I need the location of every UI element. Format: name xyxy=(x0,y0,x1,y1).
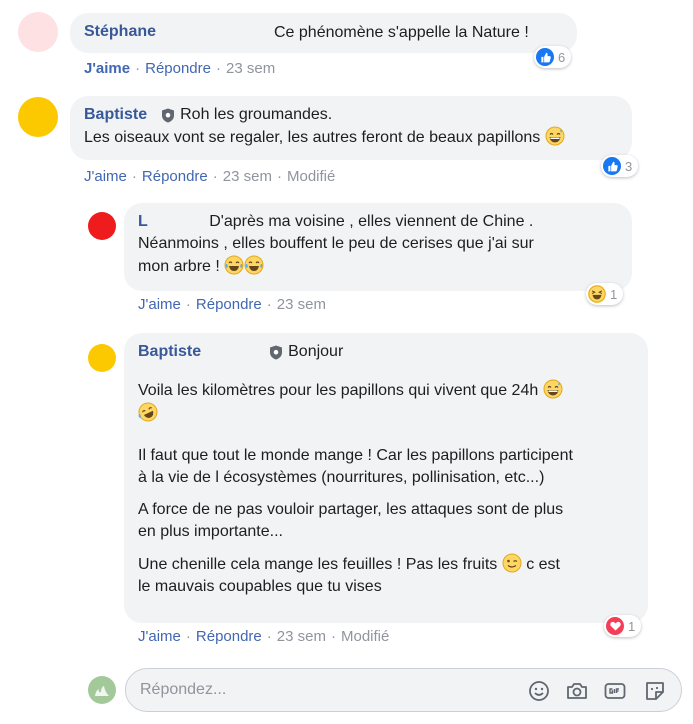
reply-input[interactable]: Répondez... xyxy=(125,668,682,712)
reply-link[interactable]: Répondre xyxy=(196,628,262,645)
reaction-count: 1 xyxy=(628,618,636,634)
timestamp[interactable]: 23 sem xyxy=(223,168,272,185)
rolling-laughing-emoji-icon xyxy=(138,402,158,422)
comment-author[interactable]: Baptiste xyxy=(84,106,147,124)
shield-icon xyxy=(162,108,175,122)
like-link[interactable]: J'aime xyxy=(84,168,127,185)
reply-bubble: L D'après ma voisine , elles viennent de… xyxy=(124,203,632,291)
avatar[interactable] xyxy=(88,212,116,240)
reply-link[interactable]: Répondre xyxy=(142,168,208,185)
reaction-count: 3 xyxy=(625,158,633,174)
comment-bubble: Stéphane Ce phénomène s'appelle la Natur… xyxy=(70,13,577,53)
reaction-badge[interactable]: 3 xyxy=(601,155,639,177)
camera-icon[interactable] xyxy=(565,679,589,703)
avatar[interactable] xyxy=(18,12,58,52)
grinning-sweat-emoji-icon xyxy=(545,126,565,146)
laughing-emoji-icon xyxy=(588,285,606,303)
timestamp[interactable]: 23 sem xyxy=(226,60,275,77)
avatar-icon xyxy=(95,686,109,696)
thumbs-up-icon xyxy=(603,157,621,175)
reaction-count: 6 xyxy=(558,49,566,65)
reply-paragraph: Voila les kilomètres pour les papillons … xyxy=(138,379,636,425)
heart-icon xyxy=(606,617,624,635)
reply-paragraph: A force de ne pas vouloir partager, les … xyxy=(138,501,564,540)
thumbs-up-icon xyxy=(536,48,554,66)
grinning-sweat-emoji-icon xyxy=(543,379,563,399)
tears-of-joy-emoji-icon xyxy=(224,255,244,275)
reply-paragraph: Une chenille cela mange les feuilles ! P… xyxy=(138,553,636,598)
reaction-count: 1 xyxy=(610,286,618,302)
shield-icon xyxy=(270,345,283,359)
reaction-badge[interactable]: 6 xyxy=(534,46,572,68)
comment-text: Ce phénomène s'appelle la Nature ! xyxy=(274,24,529,41)
badge-text: Bonjour xyxy=(288,343,344,360)
reply-actions: J'aime · Répondre · 23 sem xyxy=(138,296,326,313)
gif-icon[interactable] xyxy=(603,679,627,703)
edited-label[interactable]: Modifié xyxy=(341,628,389,645)
like-link[interactable]: J'aime xyxy=(84,60,130,77)
reply-placeholder: Répondez... xyxy=(140,681,227,698)
reaction-badge[interactable]: 1 xyxy=(586,283,624,305)
reply-paragraph: Il faut que tout le monde mange ! Car le… xyxy=(138,447,573,486)
like-link[interactable]: J'aime xyxy=(138,628,181,645)
comment-text: Les oiseaux vont se regaler, les autres … xyxy=(84,126,620,149)
comment-bubble: Baptiste Roh les groumandes. Les oiseaux… xyxy=(70,96,632,160)
comment-author[interactable]: Baptiste xyxy=(138,343,201,361)
winking-emoji-icon xyxy=(502,553,522,573)
like-link[interactable]: J'aime xyxy=(138,296,181,313)
avatar xyxy=(88,676,116,704)
reply-actions: J'aime · Répondre · 23 sem · Modifié xyxy=(138,628,390,645)
comment-actions: J'aime · Répondre · 23 sem · Modifié xyxy=(84,168,336,185)
badge-text: Roh les groumandes. xyxy=(180,106,333,123)
reply-link[interactable]: Répondre xyxy=(196,296,262,313)
reaction-badge[interactable]: 1 xyxy=(604,615,642,637)
comment-author[interactable]: L xyxy=(138,213,148,230)
edited-label[interactable]: Modifié xyxy=(287,168,335,185)
sticker-icon[interactable] xyxy=(643,679,667,703)
avatar[interactable] xyxy=(88,344,116,372)
tears-of-joy-emoji-icon xyxy=(244,255,264,275)
reply-text: L D'après ma voisine , elles viennent de… xyxy=(138,213,534,230)
timestamp[interactable]: 23 sem xyxy=(277,628,326,645)
reply-bubble: Baptiste Bonjour Voila les kilomètres po… xyxy=(124,333,648,623)
avatar[interactable] xyxy=(18,97,58,137)
timestamp[interactable]: 23 sem xyxy=(277,296,326,313)
comment-actions: J'aime · Répondre · 23 sem xyxy=(84,60,276,77)
reply-link[interactable]: Répondre xyxy=(145,60,211,77)
reply-text-line: Néanmoins , elles bouffent le peu de cer… xyxy=(138,235,534,252)
reply-text-line: mon arbre ! xyxy=(138,255,620,278)
comment-author[interactable]: Stéphane xyxy=(84,23,156,40)
smiley-icon[interactable] xyxy=(527,679,551,703)
